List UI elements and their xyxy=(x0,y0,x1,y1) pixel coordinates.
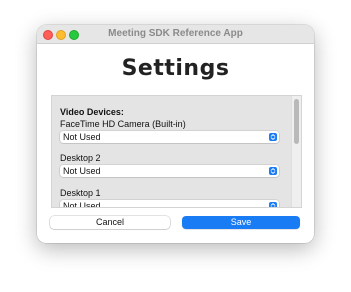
video-devices-title: Video Devices: xyxy=(60,107,124,117)
up-down-chevron-icon xyxy=(269,202,277,207)
up-down-chevron-icon xyxy=(269,133,277,141)
cancel-button[interactable]: Cancel xyxy=(50,216,170,229)
device-select-value: Not Used xyxy=(63,132,101,142)
settings-window: Meeting SDK Reference App Settings Video… xyxy=(37,25,314,243)
page-title: Settings xyxy=(121,56,230,81)
save-button[interactable]: Save xyxy=(182,216,300,229)
window-title: Meeting SDK Reference App xyxy=(108,28,243,39)
device-label: Desktop 1 xyxy=(60,188,101,198)
settings-scroll-panel[interactable]: Video Devices: FaceTime HD Camera (Built… xyxy=(51,95,302,208)
device-label: Desktop 2 xyxy=(60,153,101,163)
device-label: FaceTime HD Camera (Built-in) xyxy=(60,119,186,129)
device-select[interactable]: Not Used xyxy=(60,200,279,208)
device-select[interactable]: Not Used xyxy=(60,131,279,143)
up-down-chevron-icon xyxy=(269,167,277,175)
title-bar[interactable]: Meeting SDK Reference App xyxy=(37,25,314,44)
vertical-scrollbar[interactable] xyxy=(291,96,301,207)
device-select[interactable]: Not Used xyxy=(60,165,279,177)
video-devices-section: Video Devices: FaceTime HD Camera (Built… xyxy=(60,106,294,208)
device-select-value: Not Used xyxy=(63,201,101,208)
scrollbar-thumb[interactable] xyxy=(294,99,299,144)
device-select-value: Not Used xyxy=(63,166,101,176)
